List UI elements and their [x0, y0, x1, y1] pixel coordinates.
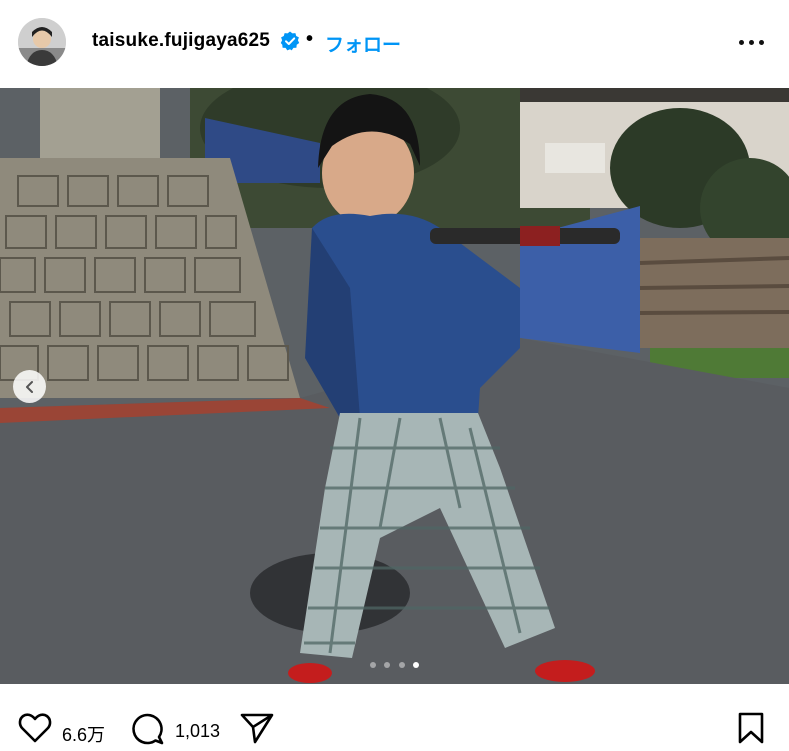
heart-icon[interactable]	[18, 712, 52, 744]
carousel-dot	[384, 662, 391, 668]
post-header: taisuke.fujigaya625 • フォロー	[0, 0, 789, 88]
chevron-left-icon	[25, 380, 33, 393]
more-options-icon[interactable]	[736, 31, 766, 53]
separator-dot: •	[306, 28, 314, 50]
like-count[interactable]: 6.6万	[62, 721, 105, 747]
comment-icon[interactable]	[131, 712, 165, 746]
carousel-indicators	[0, 655, 789, 673]
carousel-dot	[369, 662, 376, 668]
bookmark-icon[interactable]	[737, 712, 765, 744]
post-photo[interactable]	[0, 88, 789, 684]
carousel-prev-button[interactable]	[13, 370, 46, 403]
verified-badge-icon	[280, 31, 300, 51]
post-image	[0, 88, 789, 684]
share-icon[interactable]	[240, 712, 274, 744]
action-bar	[0, 684, 789, 751]
avatar[interactable]	[18, 18, 66, 66]
carousel-dot	[398, 662, 405, 668]
comment-count[interactable]: 1,013	[175, 721, 220, 742]
username-link[interactable]: taisuke.fujigaya625	[92, 30, 270, 52]
follow-button[interactable]: フォロー	[325, 30, 401, 57]
carousel-dot-active	[413, 662, 420, 668]
